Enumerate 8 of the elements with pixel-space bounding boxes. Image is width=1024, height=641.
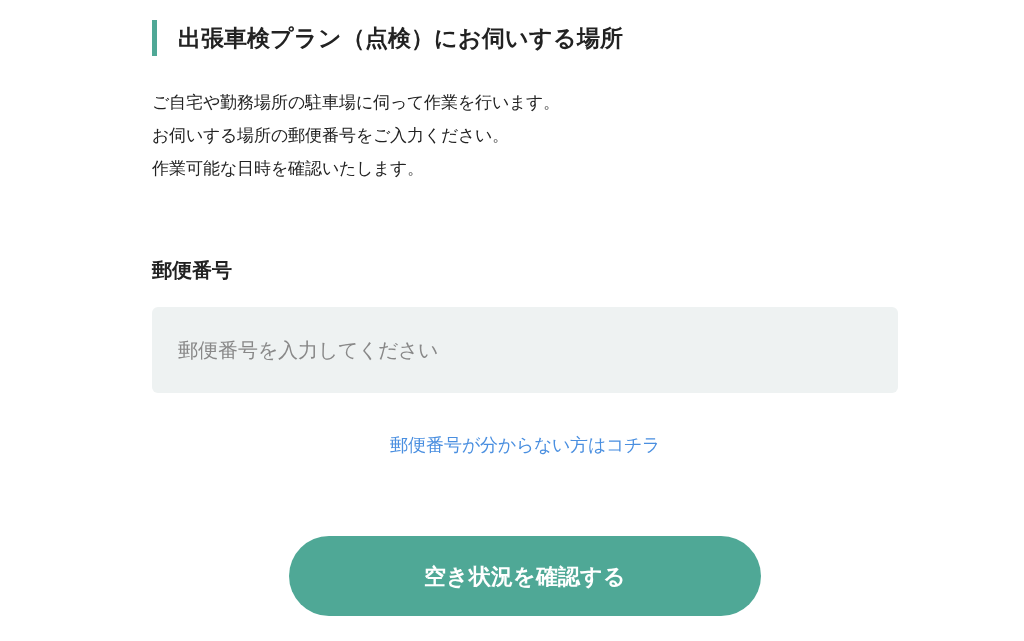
description-line: ご自宅や勤務場所の駐車場に伺って作業を行います。 bbox=[152, 91, 560, 114]
help-link[interactable]: 郵便番号が分からない方はコチラ bbox=[390, 434, 660, 455]
postal-code-field[interactable]: 郵便番号を入力してください bbox=[152, 307, 898, 393]
description-line: 作業可能な日時を確認いたします。 bbox=[152, 157, 424, 180]
description-line: お伺いする場所の郵便番号をご入力ください。 bbox=[152, 124, 509, 147]
check-availability-button[interactable]: 空き状況を確認する bbox=[289, 536, 761, 616]
field-label: 郵便番号 bbox=[152, 257, 233, 284]
section-heading: 出張車検プラン（点検）にお伺いする場所 bbox=[152, 20, 898, 56]
